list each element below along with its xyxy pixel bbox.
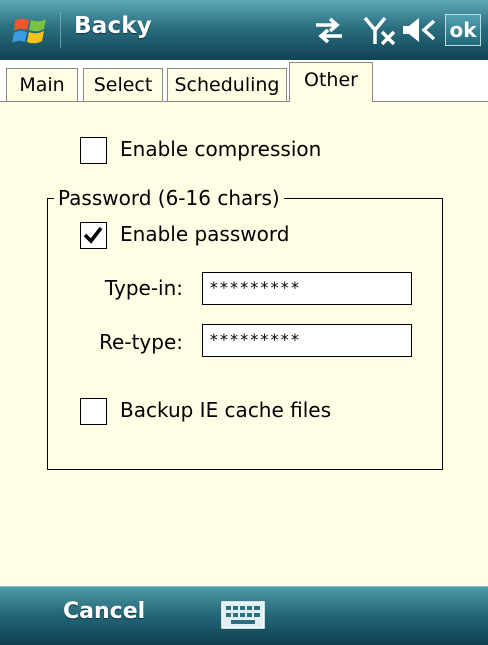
title-separator — [60, 12, 61, 48]
enable-password-label[interactable]: Enable password — [120, 222, 289, 246]
enable-compression-label[interactable]: Enable compression — [120, 137, 321, 161]
type-in-label: Type-in: — [104, 276, 183, 300]
tab-other[interactable]: Other — [289, 62, 373, 102]
enable-password-checkbox[interactable] — [80, 222, 107, 249]
checkmark-icon — [83, 226, 103, 244]
sync-arrows-icon[interactable] — [312, 12, 346, 48]
enable-compression-checkbox[interactable] — [80, 137, 107, 164]
speaker-icon[interactable] — [400, 12, 440, 48]
softkey-bar: Cancel — [0, 586, 488, 645]
tab-scheduling[interactable]: Scheduling — [167, 68, 287, 101]
title-bar: Backy ok — [0, 0, 488, 61]
windows-flag-icon[interactable] — [12, 12, 50, 50]
backup-ie-cache-label[interactable]: Backup IE cache files — [120, 398, 331, 422]
app-title: Backy — [74, 13, 152, 39]
cancel-softkey[interactable]: Cancel — [63, 599, 145, 624]
tab-select[interactable]: Select — [83, 68, 163, 101]
no-signal-icon[interactable] — [362, 12, 398, 48]
password-group-legend: Password (6-16 chars) — [54, 186, 284, 210]
re-type-password-field[interactable]: ********* — [202, 324, 412, 357]
re-type-label: Re-type: — [99, 330, 183, 354]
backup-ie-cache-checkbox[interactable] — [80, 398, 107, 425]
ok-button[interactable]: ok — [445, 14, 481, 46]
keyboard-icon[interactable] — [221, 601, 265, 629]
tab-strip: Main Select Scheduling Other — [0, 60, 488, 102]
type-in-password-field[interactable]: ********* — [202, 272, 412, 305]
tab-main[interactable]: Main — [6, 68, 78, 101]
options-panel: Enable compression Password (6-16 chars)… — [0, 102, 488, 586]
